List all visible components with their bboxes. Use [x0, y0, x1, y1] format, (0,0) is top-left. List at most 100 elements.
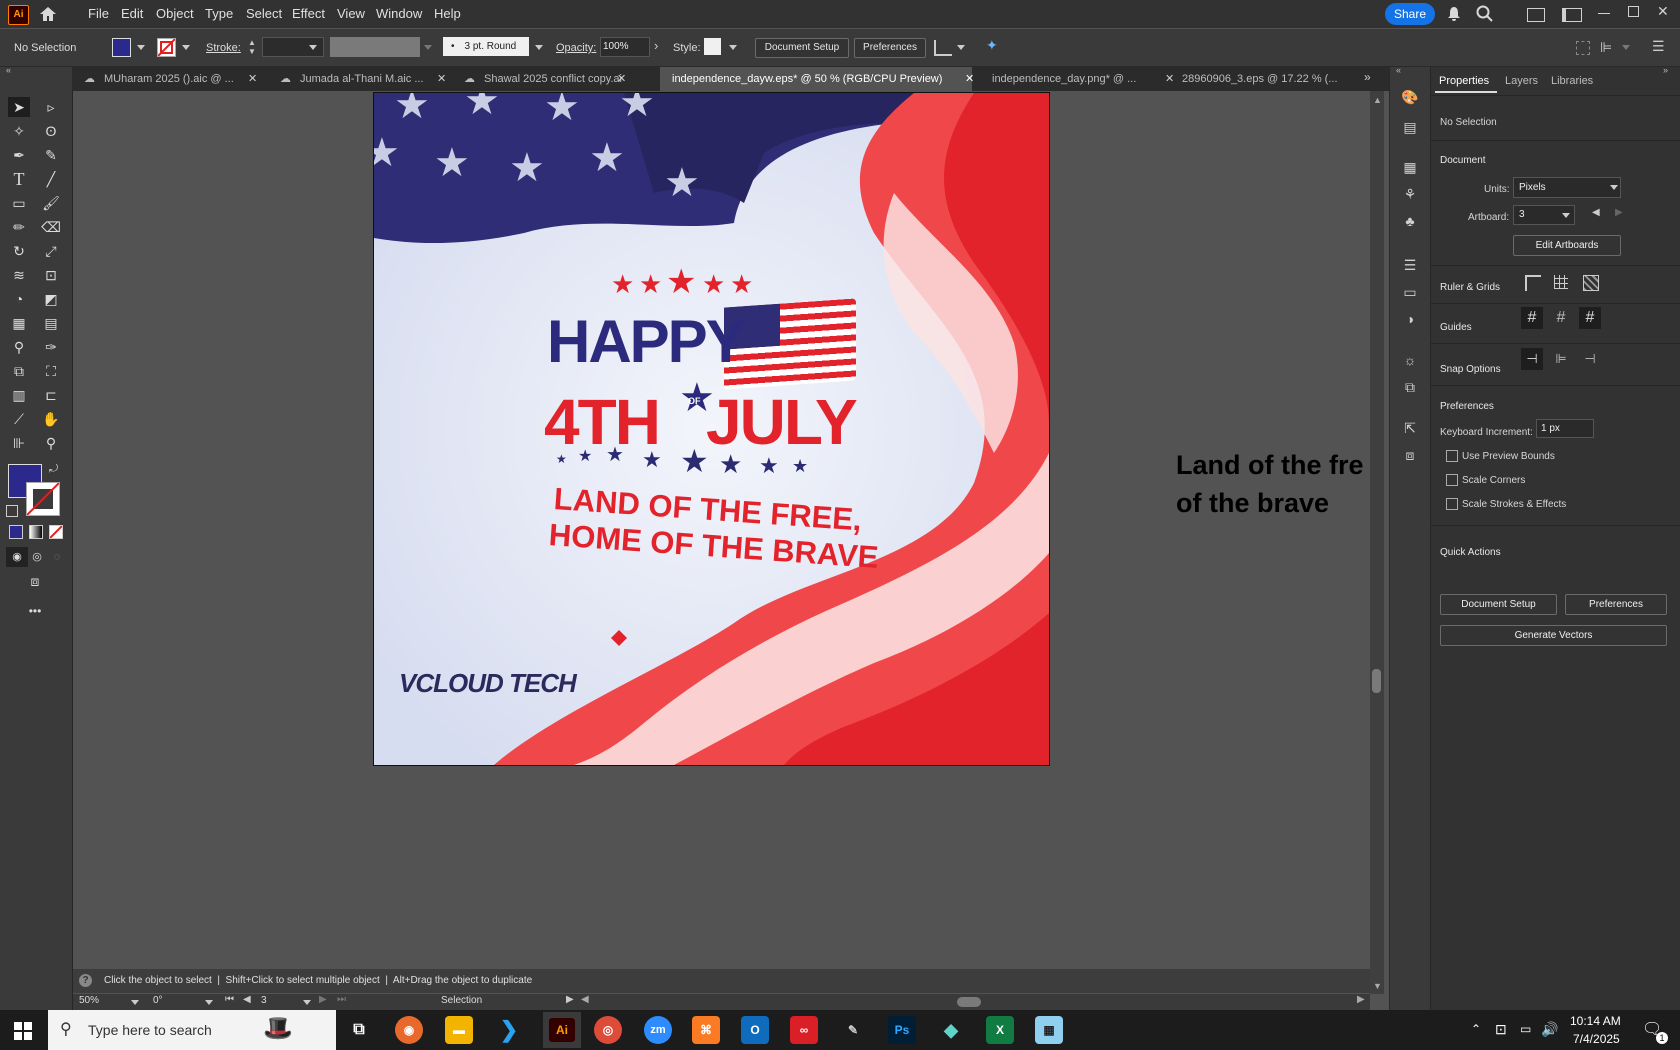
export-icon[interactable]: ⇱ — [1400, 418, 1420, 438]
clock-time[interactable]: 10:14 AM — [1570, 1014, 1621, 1028]
menu-help[interactable]: Help — [434, 6, 461, 21]
chrome-icon[interactable]: ◎ — [594, 1016, 622, 1044]
line-tool-icon[interactable]: ╱ — [40, 169, 62, 189]
zoom-tool-icon[interactable]: ⚲ — [40, 433, 62, 453]
creative-cloud-icon[interactable]: ∞ — [790, 1016, 818, 1044]
snap-to-glyph-icon[interactable]: ⊣ — [1579, 348, 1601, 370]
vertical-scrollbar[interactable]: ▲ ▼ — [1370, 91, 1384, 994]
document-setup-quick-button[interactable]: Document Setup — [1440, 594, 1557, 615]
chevron-down-icon[interactable] — [729, 45, 737, 50]
graphic-style-swatch[interactable] — [704, 38, 721, 55]
menu-edit[interactable]: Edit — [121, 6, 143, 21]
panel-menu-icon[interactable]: ☰ — [1652, 38, 1665, 55]
smart-guides-icon[interactable]: # — [1579, 307, 1601, 329]
mesh-tool-icon[interactable]: ▦ — [8, 313, 30, 333]
use-preview-bounds-checkbox[interactable] — [1446, 450, 1458, 462]
scroll-up-icon[interactable]: ▲ — [1373, 95, 1382, 105]
first-artboard-icon[interactable]: ⏮ — [225, 994, 234, 1005]
chevron-down-icon[interactable] — [957, 45, 965, 50]
overflow-tabs-icon[interactable]: » — [1364, 70, 1371, 84]
stroke-stepper[interactable]: ▲ ▼ — [246, 38, 258, 56]
chevron-down-icon[interactable] — [1622, 45, 1630, 50]
chevron-right-icon[interactable]: › — [654, 38, 658, 53]
zoom-input[interactable]: 50% — [79, 995, 131, 1008]
direct-selection-tool-icon[interactable]: ▹ — [40, 97, 62, 117]
menu-effect[interactable]: Effect — [292, 6, 325, 21]
scroll-right-icon[interactable]: ▶ — [1357, 994, 1365, 1005]
menu-window[interactable]: Window — [376, 6, 422, 21]
brushes-icon[interactable]: ⚘ — [1400, 184, 1420, 204]
rotate-tool-icon[interactable]: ↻ — [8, 241, 30, 261]
tab-independence-dayw[interactable]: independence_dayw.eps* @ 50 % (RGB/CPU P… — [660, 67, 972, 91]
pasteboard-text[interactable]: Land of the fre of the brave — [1176, 446, 1370, 522]
transparency-grid-icon[interactable] — [1583, 275, 1599, 291]
tab-layers[interactable]: Layers — [1505, 75, 1538, 87]
tab-libraries[interactable]: Libraries — [1551, 75, 1593, 87]
type-tool-icon[interactable]: T — [8, 169, 30, 189]
photoshop-icon[interactable]: Ps — [888, 1016, 916, 1044]
status-menu-icon[interactable]: ▶ — [566, 994, 574, 1005]
gem-app-icon[interactable]: ◆ — [937, 1016, 965, 1044]
chevron-down-icon[interactable] — [303, 1000, 311, 1005]
blend-tool-icon[interactable]: ⧉ — [8, 361, 30, 381]
fill-swatch[interactable] — [112, 38, 131, 57]
scale-tool-icon[interactable]: ⤢ — [40, 241, 62, 261]
rotation-input[interactable]: 0° — [153, 995, 203, 1008]
collapse-arrows-icon[interactable]: « — [1396, 65, 1401, 75]
swatches-icon[interactable]: ▦ — [1400, 157, 1420, 177]
tab-close-icon[interactable]: ✕ — [965, 72, 974, 85]
notepad-icon[interactable]: ▦ — [1035, 1016, 1063, 1044]
arrange-icon[interactable] — [1562, 8, 1582, 22]
grid-icon[interactable] — [1554, 275, 1568, 289]
outlook-icon[interactable]: O — [741, 1016, 769, 1044]
artboard-select[interactable]: 3 — [1513, 205, 1575, 225]
network-icon[interactable]: ⊡ — [1495, 1021, 1507, 1038]
stroke-swatch[interactable] — [157, 38, 176, 57]
document-info-icon[interactable]: ▤ — [1400, 117, 1420, 137]
graph-tool-icon[interactable]: ▥ — [8, 385, 30, 405]
tab-28960906[interactable]: 28960906_3.eps @ 17.22 % (... — [1172, 67, 1342, 91]
paintbrush-tool-icon[interactable]: 🖌 — [40, 193, 62, 213]
close-icon[interactable]: ✕ — [1657, 3, 1669, 20]
lock-guides-icon[interactable]: # — [1550, 307, 1572, 329]
taskbar-search-box[interactable]: ⚲ Type here to search 🎩 — [48, 1010, 336, 1050]
tab-independence-day[interactable]: independence_day.png* @ ... — [982, 67, 1152, 91]
prev-artboard-icon[interactable]: ◀ — [1592, 207, 1600, 218]
clock-date[interactable]: 7/4/2025 — [1573, 1032, 1620, 1046]
next-artboard-icon[interactable]: ▶ — [319, 994, 327, 1005]
help-icon[interactable]: ? — [79, 974, 92, 987]
ruler-icon[interactable] — [1525, 275, 1541, 291]
hand-tool-icon[interactable]: ✋ — [40, 409, 62, 429]
selection-tool-icon[interactable]: ➤ — [8, 97, 30, 117]
tab-shawal[interactable]: ☁ Shawal 2025 conflict copy.aic — [452, 67, 622, 91]
scale-strokes-checkbox[interactable] — [1446, 498, 1458, 510]
illustrator-taskbar-icon[interactable]: Ai — [543, 1012, 581, 1048]
battery-icon[interactable]: ▭ — [1520, 1022, 1531, 1036]
color-mode-icon[interactable] — [9, 525, 23, 539]
eyedropper-alt-tool-icon[interactable]: ✑ — [40, 337, 62, 357]
keyboard-increment-input[interactable]: 1 px — [1536, 419, 1594, 438]
appearance-icon[interactable]: ☼ — [1400, 350, 1420, 370]
chevron-down-icon[interactable] — [424, 45, 432, 50]
symbols-icon[interactable]: ♣ — [1400, 211, 1420, 231]
home-icon[interactable] — [38, 5, 58, 23]
edit-artboards-button[interactable]: Edit Artboards — [1513, 235, 1621, 256]
draw-behind-icon[interactable]: ◎ — [26, 547, 48, 567]
swap-fill-stroke-icon[interactable]: ⤾ — [49, 463, 58, 476]
chevron-down-icon[interactable] — [309, 45, 317, 50]
gradient-tool-icon[interactable]: ▤ — [40, 313, 62, 333]
collapse-arrows-icon[interactable]: » — [1663, 65, 1668, 75]
maximize-icon[interactable] — [1628, 6, 1639, 17]
screen-mode-icon[interactable]: ⧈ — [24, 571, 46, 591]
stroke-panel-icon[interactable]: ☰ — [1400, 255, 1420, 275]
tab-muharam[interactable]: ☁ MUharam 2025 ().aic @ ... — [72, 67, 262, 91]
scale-corners-checkbox[interactable] — [1446, 474, 1458, 486]
variable-width-profile[interactable] — [330, 37, 420, 57]
menu-select[interactable]: Select — [246, 6, 282, 21]
prev-artboard-icon[interactable]: ◀ — [243, 994, 251, 1005]
slice-tool-icon[interactable]: ⟋ — [8, 409, 30, 429]
artboards-icon[interactable]: ⧈ — [1400, 445, 1420, 465]
firefox-icon[interactable]: ◉ — [395, 1016, 423, 1044]
color-panel-icon[interactable]: 🎨 — [1400, 87, 1420, 107]
sparkle-icon[interactable]: ✦ — [986, 37, 998, 54]
